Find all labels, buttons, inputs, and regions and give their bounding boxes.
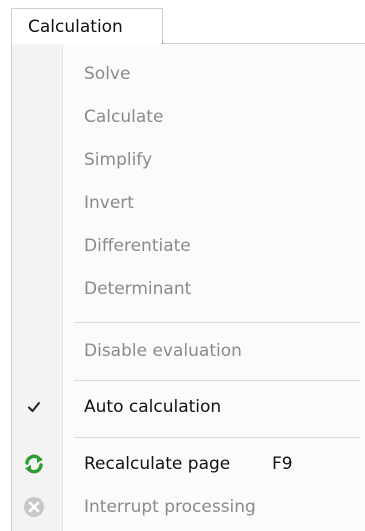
menu-item-disable-evaluation[interactable]: Disable evaluation (12, 331, 361, 371)
menu-item-determinant[interactable]: Determinant (12, 269, 361, 309)
menu-item-auto-calculation[interactable]: Auto calculation (12, 387, 361, 427)
menu-item-label: Determinant (84, 279, 192, 299)
menu-item-label: Differentiate (84, 236, 191, 256)
menu-tab-calculation[interactable]: Calculation (11, 8, 163, 44)
menu-item-differentiate[interactable]: Differentiate (12, 226, 361, 266)
stop-icon (22, 495, 46, 519)
menu-item-simplify[interactable]: Simplify (12, 140, 361, 180)
menu-item-label: Invert (84, 193, 134, 213)
menu-item-label: Disable evaluation (84, 341, 242, 361)
menu-item-recalculate-page[interactable]: Recalculate page F9 (12, 444, 361, 484)
menu-item-label: Solve (84, 64, 131, 84)
menu-separator (74, 437, 361, 438)
calculation-dropdown: Solve Calculate Simplify Invert Differen… (11, 43, 365, 531)
refresh-icon (22, 452, 46, 476)
menu-item-shortcut: F9 (272, 454, 293, 474)
menu-item-solve[interactable]: Solve (12, 54, 361, 94)
menu-item-label: Auto calculation (84, 397, 222, 417)
menu-item-label: Interrupt processing (84, 497, 256, 517)
check-icon (22, 395, 46, 419)
menu-item-label: Recalculate page (84, 454, 231, 474)
menu-item-interrupt-processing[interactable]: Interrupt processing (12, 487, 361, 527)
menu-tab-label: Calculation (28, 17, 123, 37)
menu-separator (74, 380, 361, 381)
menu-separator (74, 322, 361, 323)
menu-item-label: Calculate (84, 107, 164, 127)
menu-item-label: Simplify (84, 150, 153, 170)
menu-item-calculate[interactable]: Calculate (12, 97, 361, 137)
menu-item-invert[interactable]: Invert (12, 183, 361, 223)
